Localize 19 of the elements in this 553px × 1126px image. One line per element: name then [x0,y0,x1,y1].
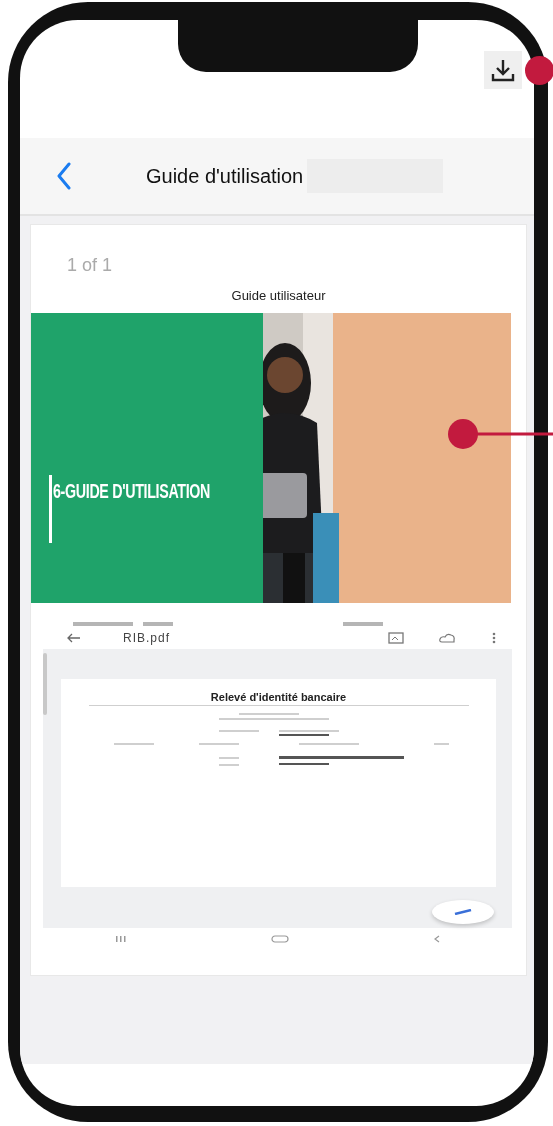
scroll-bar[interactable] [43,653,47,715]
file-name: RIB.pdf [123,631,171,645]
edit-button[interactable] [432,900,494,924]
image-icon[interactable] [388,632,404,644]
home-icon[interactable] [270,935,289,943]
screen-title: Guide d'utilisation [146,164,304,188]
back-arrow-icon[interactable] [67,633,81,643]
page-counter: 1 of 1 [67,255,113,276]
download-icon [490,57,516,83]
document-title: Guide utilisateur [231,288,326,303]
document-heading: Relevé d'identité bancaire [210,691,347,703]
banner-title: 6-GUIDE D'UTILISATION [53,479,211,503]
recent-apps-icon[interactable] [115,936,126,942]
back-icon[interactable] [56,162,72,190]
cloud-icon[interactable] [438,632,458,644]
back-icon[interactable] [433,935,440,943]
more-icon[interactable] [492,632,496,644]
pen-icon [454,909,472,915]
download-button[interactable] [484,51,522,89]
